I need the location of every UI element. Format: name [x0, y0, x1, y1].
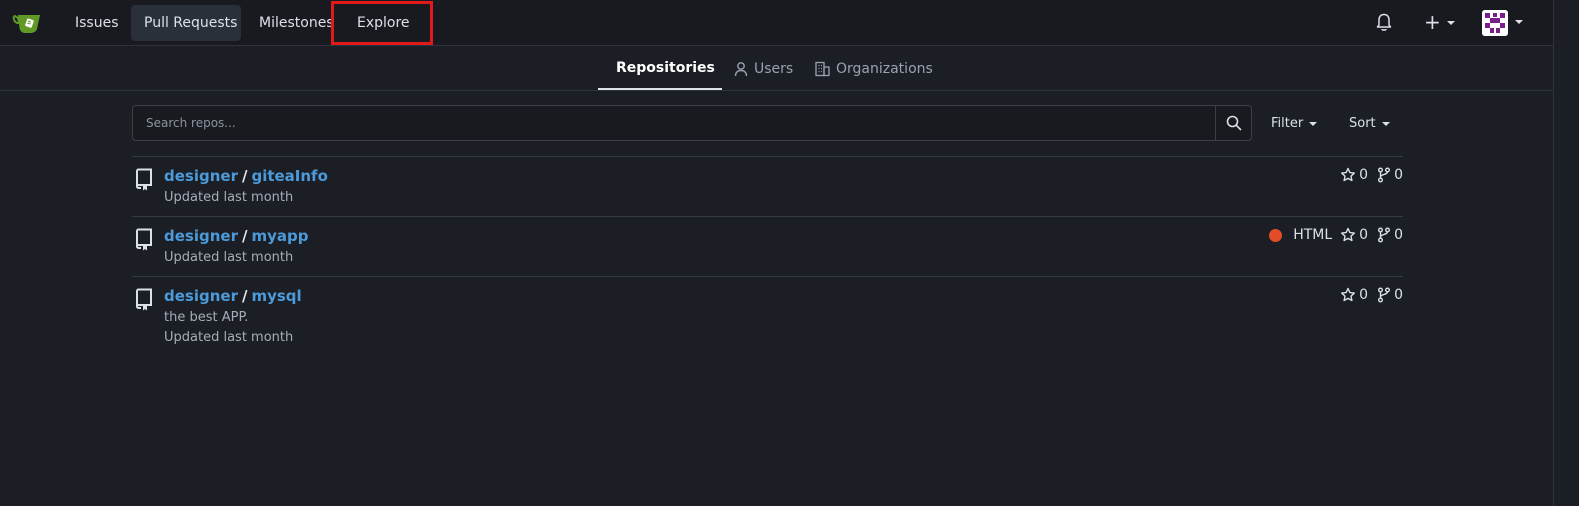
top-navbar: Issues Pull Requests Milestones Explore … — [0, 0, 1553, 46]
repo-updated: Updated last month — [164, 330, 294, 345]
create-menu[interactable]: + — [1420, 10, 1460, 34]
gitea-logo[interactable] — [12, 9, 44, 37]
nav-explore[interactable]: Explore — [344, 5, 423, 41]
repo-icon — [135, 168, 152, 191]
nav-milestones[interactable]: Milestones — [246, 5, 347, 41]
repo-name: designer / giteaInfo — [164, 167, 328, 185]
list-item: designer / myapp Updated last month HTML 0… — [132, 216, 1403, 276]
filter-dropdown[interactable]: Filter — [1271, 113, 1318, 135]
fork-count: 0 — [1394, 227, 1403, 243]
repo-list: designer / giteaInfo Updated last month 0 … — [132, 156, 1403, 356]
repo-icon — [135, 228, 152, 251]
fork-icon[interactable] — [1377, 227, 1391, 243]
nav-pull-requests[interactable]: Pull Requests — [131, 5, 241, 41]
search-box — [132, 105, 1252, 141]
tab-label: Users — [754, 60, 794, 77]
tab-label: Repositories — [616, 59, 715, 76]
plus-icon: + — [1424, 10, 1441, 34]
separator: / — [241, 287, 248, 305]
repo-name-link[interactable]: mysql — [251, 287, 301, 305]
tab-repositories[interactable]: Repositories — [598, 47, 722, 90]
fork-count: 0 — [1394, 287, 1403, 303]
repo-language: HTML — [1293, 227, 1333, 243]
repo-stats: 0 0 — [1340, 287, 1403, 303]
filter-label: Filter — [1271, 116, 1304, 131]
repo-stats: 0 0 — [1340, 167, 1403, 183]
fork-icon[interactable] — [1377, 287, 1391, 303]
star-icon[interactable] — [1340, 287, 1356, 303]
tab-label: Organizations — [836, 60, 933, 77]
chevron-down-icon — [1515, 20, 1523, 24]
language-color-dot — [1269, 228, 1283, 242]
repo-owner-link[interactable]: designer — [164, 287, 238, 305]
list-item: designer / mysql the best APP. Updated las… — [132, 276, 1403, 356]
fork-count: 0 — [1394, 167, 1403, 183]
chevron-down-icon — [1309, 121, 1318, 126]
chevron-down-icon — [1381, 121, 1390, 126]
nav-issues[interactable]: Issues — [62, 5, 132, 41]
person-icon — [734, 61, 748, 76]
tab-users[interactable]: Users — [722, 47, 805, 90]
star-count: 0 — [1359, 227, 1369, 243]
separator: / — [241, 227, 248, 245]
repo-name: designer / mysql — [164, 287, 302, 305]
repo-description: the best APP. — [164, 310, 249, 325]
list-item: designer / giteaInfo Updated last month 0 … — [132, 156, 1403, 216]
fork-icon[interactable] — [1377, 167, 1391, 183]
tab-organizations[interactable]: Organizations — [803, 47, 945, 90]
explore-tabs: Repositories Users Organizations — [0, 47, 1553, 91]
star-icon[interactable] — [1340, 167, 1356, 183]
repo-stats: HTML 0 0 — [1269, 227, 1403, 243]
user-menu[interactable] — [1482, 10, 1528, 36]
organization-icon — [815, 61, 830, 76]
repo-owner-link[interactable]: designer — [164, 227, 238, 245]
star-icon[interactable] — [1340, 227, 1356, 243]
repo-owner-link[interactable]: designer — [164, 167, 238, 185]
repo-icon — [135, 288, 152, 311]
sort-label: Sort — [1349, 116, 1376, 131]
avatar — [1482, 10, 1508, 36]
search-input[interactable] — [133, 106, 1215, 140]
app-root: Issues Pull Requests Milestones Explore … — [0, 0, 1579, 506]
repo-name-link[interactable]: giteaInfo — [251, 167, 327, 185]
star-count: 0 — [1359, 167, 1369, 183]
repo-name: designer / myapp — [164, 227, 308, 245]
repo-updated: Updated last month — [164, 190, 294, 205]
sort-dropdown[interactable]: Sort — [1349, 113, 1390, 135]
scrollbar[interactable] — [1553, 0, 1579, 506]
repo-updated: Updated last month — [164, 250, 294, 265]
chevron-down-icon — [1447, 21, 1455, 25]
search-icon — [1226, 115, 1241, 131]
bell-icon[interactable] — [1374, 11, 1394, 33]
star-count: 0 — [1359, 287, 1369, 303]
separator: / — [241, 167, 248, 185]
search-button[interactable] — [1215, 106, 1251, 140]
repo-name-link[interactable]: myapp — [251, 227, 308, 245]
